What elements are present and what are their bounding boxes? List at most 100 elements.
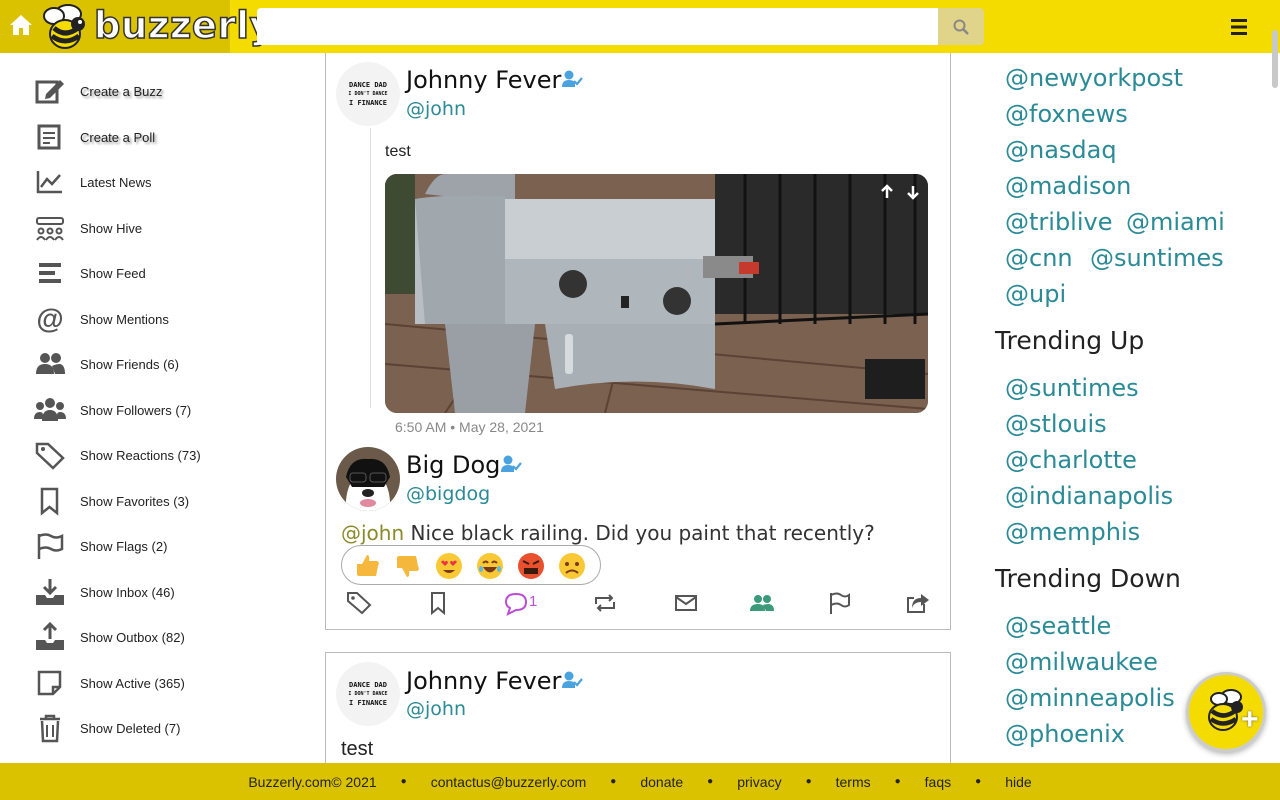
post-image[interactable] <box>385 174 928 413</box>
tag-icon[interactable] <box>345 590 373 616</box>
sidebar-item-show-favorites[interactable]: Show Favorites (3) <box>0 481 300 521</box>
friends-icon <box>36 353 65 374</box>
comment-icon[interactable] <box>502 590 530 616</box>
sidebar-item-label: Show Followers (7) <box>80 402 192 418</box>
trending-tag[interactable]: @miami <box>1126 208 1225 236</box>
trending-down-title: Trending Down <box>995 564 1181 593</box>
sad-emoji-icon[interactable] <box>558 552 586 580</box>
sidebar-item-latest-news[interactable]: Latest News <box>0 162 300 202</box>
trending-down-tag[interactable]: @milwaukee <box>1005 648 1158 676</box>
post-author-handle[interactable]: @john <box>406 698 466 720</box>
sidebar-item-show-friends[interactable]: Show Friends (6) <box>0 344 300 384</box>
envelope-icon[interactable] <box>672 590 700 616</box>
angry-emoji-icon[interactable] <box>517 552 545 580</box>
footer-donate-link[interactable]: donate <box>640 774 683 790</box>
post-author-name[interactable]: Johnny Fever <box>406 66 561 94</box>
post-author-name[interactable]: Johnny Fever <box>406 667 561 695</box>
post-timestamp: 6:50 AM • May 28, 2021 <box>395 419 544 435</box>
hamburger-menu-icon[interactable] <box>1229 18 1251 36</box>
sidebar-item-show-flags[interactable]: Show Flags (2) <box>0 526 300 566</box>
post-author-handle[interactable]: @john <box>406 98 466 120</box>
trending-tag[interactable]: @newyorkpost <box>1005 64 1183 92</box>
avatar[interactable]: DANCE DAD I DON'T DANCE I FINANCE <box>336 62 400 126</box>
avatar[interactable] <box>336 447 400 511</box>
bookmark-icon[interactable] <box>424 590 452 616</box>
sidebar-item-show-feed[interactable]: Show Feed <box>0 253 300 293</box>
compose-buzz-button[interactable]: + <box>1186 672 1266 752</box>
reaction-picker <box>341 545 601 585</box>
footer-privacy-link[interactable]: privacy <box>737 774 781 790</box>
footer-separator: ● <box>805 776 812 787</box>
sidebar-item-label: Show Outbox (82) <box>80 629 185 645</box>
outbox-icon <box>36 622 64 650</box>
heart-eyes-emoji-icon[interactable] <box>435 552 463 580</box>
home-icon[interactable] <box>8 12 34 38</box>
verified-user-icon <box>562 671 583 688</box>
trending-tag[interactable]: @madison <box>1005 172 1131 200</box>
sidebar-item-label: Show Favorites (3) <box>80 493 190 509</box>
mention-link[interactable]: @john <box>341 521 404 545</box>
sidebar-item-show-outbox[interactable]: Show Outbox (82) <box>0 617 300 657</box>
share-icon[interactable] <box>904 590 932 616</box>
sidebar: Create a Buzz Create a Poll Latest News … <box>0 53 300 763</box>
inbox-icon <box>36 579 64 605</box>
trending-up-tag[interactable]: @charlotte <box>1005 446 1137 474</box>
thumbs-up-icon[interactable] <box>354 552 382 580</box>
avatar[interactable]: DANCE DAD I DON'T DANCE I FINANCE <box>336 662 400 726</box>
sidebar-item-show-deleted[interactable]: Show Deleted (7) <box>0 708 300 748</box>
sidebar-item-label: Create a Poll <box>80 129 156 145</box>
trending-tag[interactable]: @foxnews <box>1005 100 1128 128</box>
thread-line <box>370 128 371 408</box>
trending-tag[interactable]: @triblive <box>1005 208 1112 236</box>
footer-terms-link[interactable]: terms <box>836 774 871 790</box>
footer-separator: ● <box>975 776 982 787</box>
thumbs-down-icon[interactable] <box>394 552 422 580</box>
grill-photo <box>385 174 928 413</box>
arrow-down-icon[interactable] <box>906 184 920 200</box>
laughing-emoji-icon[interactable] <box>476 552 504 580</box>
sidebar-item-create-poll[interactable]: Create a Poll <box>0 117 300 157</box>
post-text: test <box>385 143 411 160</box>
flag-icon[interactable] <box>825 590 853 616</box>
trending-down-tag[interactable]: @minneapolis <box>1005 684 1175 712</box>
scrollbar[interactable] <box>1272 30 1278 88</box>
sidebar-item-show-mentions[interactable]: @ Show Mentions <box>0 299 300 339</box>
trending-down-tag[interactable]: @phoenix <box>1005 720 1125 748</box>
trending-up-title: Trending Up <box>995 326 1145 355</box>
friends-icon[interactable] <box>748 590 776 616</box>
footer-copyright: Buzzerly.com© 2021 <box>248 773 377 790</box>
footer-faqs-link[interactable]: faqs <box>925 774 951 790</box>
trending-tag[interactable]: @nasdaq <box>1005 136 1117 164</box>
trending-up-tag[interactable]: @memphis <box>1005 518 1140 546</box>
sidebar-item-create-buzz[interactable]: Create a Buzz <box>0 71 300 111</box>
trending-tag[interactable]: @cnn <box>1005 244 1073 272</box>
footer-contact-link[interactable]: contactus@buzzerly.com <box>431 774 587 790</box>
sidebar-item-show-active[interactable]: Show Active (365) <box>0 663 300 703</box>
sidebar-item-show-hive[interactable]: Show Hive <box>0 208 300 248</box>
reply-author-name[interactable]: Big Dog <box>406 451 500 479</box>
trending-tag[interactable]: @suntimes <box>1090 244 1224 272</box>
trending-up-tag[interactable]: @stlouis <box>1005 410 1107 438</box>
sidebar-item-label: Create a Buzz <box>80 83 163 99</box>
flag-icon <box>37 533 64 559</box>
arrow-up-icon[interactable] <box>880 184 894 200</box>
sidebar-item-label: Show Active (365) <box>80 675 185 691</box>
trending-tag[interactable]: @upi <box>1005 280 1066 308</box>
reply-author-handle[interactable]: @bigdog <box>406 483 490 505</box>
edit-icon <box>35 80 64 104</box>
feed-icon <box>39 263 61 283</box>
trending-up-tag[interactable]: @suntimes <box>1005 374 1139 402</box>
top-bar: buzzerly <box>0 0 1280 53</box>
sidebar-item-label: Show Feed <box>80 265 146 281</box>
trending-up-tag[interactable]: @indianapolis <box>1005 482 1173 510</box>
search-button[interactable] <box>938 8 984 45</box>
trending-down-tag[interactable]: @seattle <box>1005 612 1111 640</box>
sidebar-item-show-inbox[interactable]: Show Inbox (46) <box>0 572 300 612</box>
rebuzz-icon[interactable] <box>591 590 619 616</box>
post-text: test <box>341 738 374 760</box>
sidebar-item-show-reactions[interactable]: Show Reactions (73) <box>0 435 300 475</box>
brand-area[interactable]: buzzerly <box>0 0 274 53</box>
sidebar-item-show-followers[interactable]: Show Followers (7) <box>0 390 300 430</box>
search-input[interactable] <box>257 8 939 45</box>
footer-hide-link[interactable]: hide <box>1005 774 1031 790</box>
